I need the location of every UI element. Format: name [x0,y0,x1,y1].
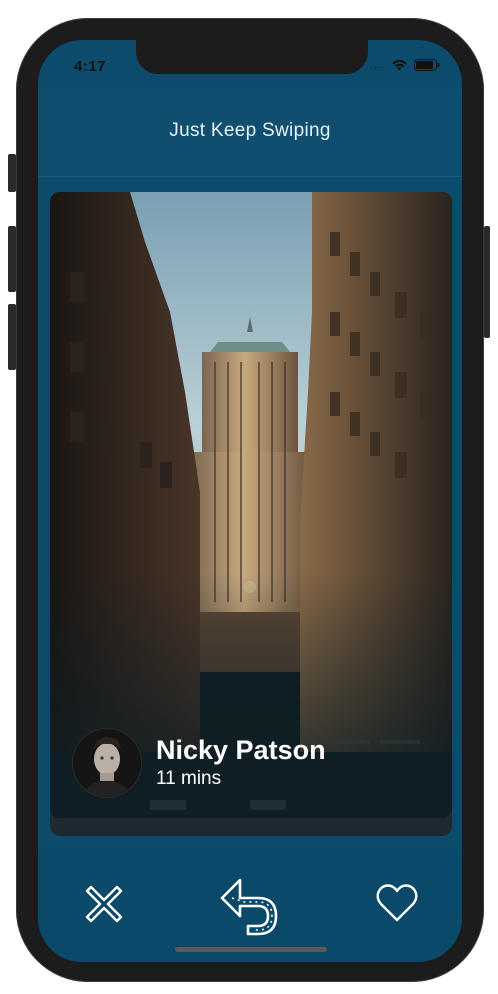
status-icons: .... [370,59,440,71]
swipe-card[interactable]: Nicky Patson 11 mins [50,192,452,818]
power-button [484,226,490,338]
avatar[interactable] [72,728,142,798]
home-indicator[interactable] [175,947,327,952]
mute-switch [8,154,16,192]
action-bar [38,850,462,962]
wifi-icon [392,59,407,71]
like-button[interactable] [374,880,420,926]
heart-icon [376,884,418,922]
undo-button[interactable] [216,872,286,942]
status-time: 4:17 [74,58,107,75]
nav-header: Just Keep Swiping [38,90,462,177]
reject-button[interactable] [80,880,128,928]
profile-name: Nicky Patson [156,735,326,765]
card-profile: Nicky Patson 11 mins [72,728,326,798]
battery-icon [414,59,440,71]
card-photo [50,192,452,818]
undo-icon [220,878,278,936]
signal-icon: .... [369,59,385,71]
close-icon [85,885,123,923]
notch [136,40,368,74]
page-title: Just Keep Swiping [169,120,331,141]
profile-text: Nicky Patson 11 mins [156,735,326,791]
profile-time: 11 mins [156,768,222,789]
avatar-image [73,729,141,797]
volume-down-button [8,304,16,370]
app-screen: 4:17 .... Just Keep Swiping Nicky Patson… [38,40,462,962]
volume-up-button [8,226,16,292]
